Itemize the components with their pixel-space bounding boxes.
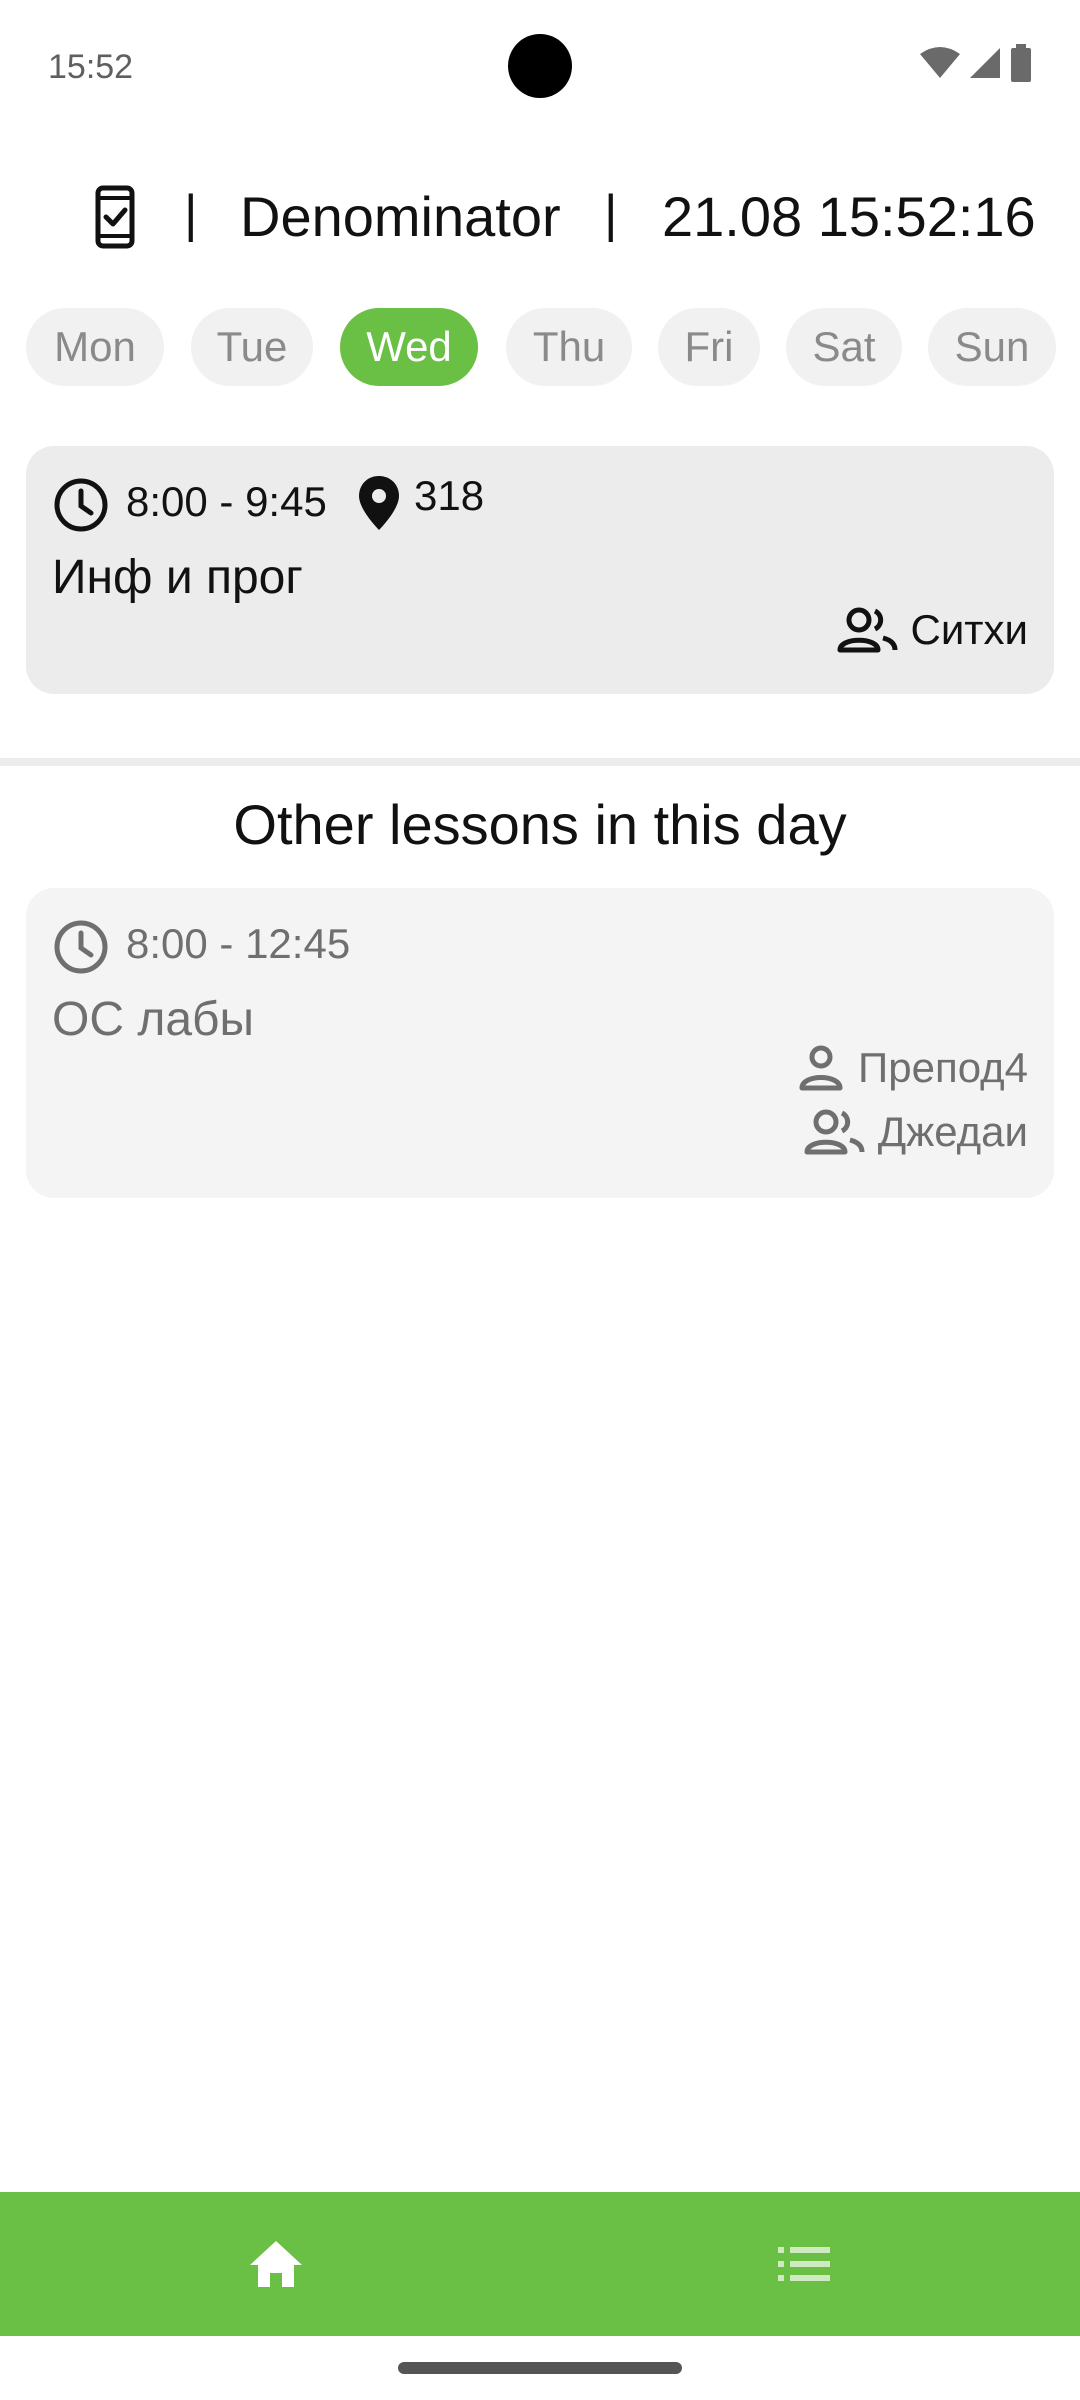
group-icon	[804, 1109, 865, 1155]
screen: 15:52 | Denominator | 21.08 15:52:16 Mon…	[0, 0, 1080, 2400]
list-icon	[778, 2247, 830, 2281]
phone-check-icon[interactable]	[90, 184, 140, 250]
tab-tue[interactable]: Tue	[191, 308, 313, 386]
group-name: Джедаи	[877, 1108, 1028, 1155]
gesture-navigation-bar[interactable]	[398, 2362, 682, 2374]
current-datetime: 21.08 15:52:16	[662, 185, 1036, 248]
battery-icon	[1011, 44, 1031, 82]
lesson-group: Ситхи	[837, 606, 1029, 654]
lesson-subject: Инф и прог	[52, 551, 303, 604]
status-time: 15:52	[48, 48, 134, 86]
current-lesson-card[interactable]: 8:00 - 9:45 318 Инф и прог Ситхи	[26, 446, 1054, 694]
lesson-group: Джедаи	[804, 1108, 1028, 1156]
other-lesson-card[interactable]: 8:00 - 12:45 ОС лабы Препод4 Джедаи	[26, 888, 1054, 1198]
clock-icon	[54, 920, 108, 974]
teacher-name: Препод4	[858, 1044, 1028, 1091]
group-icon	[837, 607, 897, 653]
day-tabs: Mon Tue Wed Thu Fri Sat Sun	[26, 308, 1056, 386]
tab-mon[interactable]: Mon	[26, 308, 164, 386]
week-type-label: Denominator	[240, 185, 561, 248]
header-separator: |	[604, 185, 618, 243]
section-divider	[0, 758, 1080, 766]
status-bar: 15:52	[0, 0, 1080, 132]
tab-thu[interactable]: Thu	[506, 308, 632, 386]
cellular-signal-icon	[970, 48, 1000, 78]
group-name: Ситхи	[910, 606, 1029, 653]
header-separator: |	[184, 185, 198, 243]
tab-wed[interactable]: Wed	[340, 308, 478, 386]
tab-sun[interactable]: Sun	[928, 308, 1056, 386]
bottom-navigation	[0, 2192, 1080, 2336]
lesson-subject: ОС лабы	[52, 993, 255, 1046]
nav-home-button[interactable]	[226, 2220, 326, 2308]
wifi-icon	[920, 47, 960, 78]
header: | Denominator | 21.08 15:52:16	[0, 170, 1080, 260]
lesson-room: 318	[414, 472, 485, 519]
tab-sat[interactable]: Sat	[786, 308, 902, 386]
lesson-teacher: Препод4	[798, 1044, 1028, 1092]
nav-list-button[interactable]	[754, 2220, 854, 2308]
clock-icon	[54, 478, 108, 532]
lesson-time: 8:00 - 12:45	[126, 920, 351, 967]
tab-fri[interactable]: Fri	[658, 308, 760, 386]
home-icon	[250, 2241, 302, 2287]
location-pin-icon	[359, 476, 399, 530]
camera-cutout	[508, 34, 572, 98]
person-icon	[799, 1045, 843, 1091]
status-icons	[920, 44, 1032, 82]
lesson-time: 8:00 - 9:45	[126, 478, 327, 525]
other-lessons-title: Other lessons in this day	[233, 793, 847, 856]
